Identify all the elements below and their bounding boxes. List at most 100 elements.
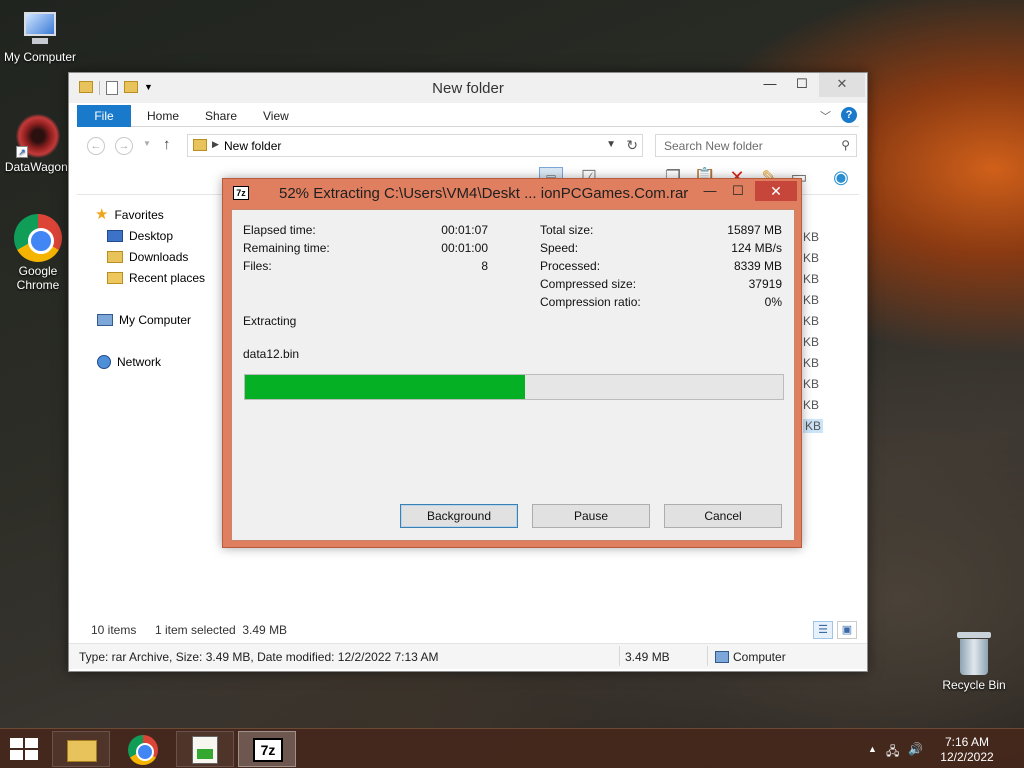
address-row: ← → ▼ ↑ ▶ New folder ▼ ↻ Search New fold… [77,133,859,159]
computer-icon [20,10,60,48]
file-size-unit: KB [803,230,820,244]
large-icons-view-button[interactable]: ▣ [837,621,857,639]
files-count: 8 [481,259,488,273]
recycle-bin-icon [957,632,991,676]
nav-favorites[interactable]: ★ Favorites [95,205,164,225]
desktop-icon-label: Recycle Bin [942,678,1006,692]
compressed-size: 37919 [748,277,782,291]
computer-icon [715,651,729,663]
selection-info: 1 item selected 3.49 MB [155,623,288,637]
close-button[interactable]: ✕ [819,73,865,97]
computer-icon [97,314,113,326]
tab-file[interactable]: File [77,105,131,127]
search-placeholder: Search New folder [664,139,763,153]
separator [619,646,620,666]
nav-label: Downloads [129,250,189,264]
cancel-button[interactable]: Cancel [664,504,782,528]
system-tray: ▲ 🖧 🔊 7:16 AM 12/2/2022 [856,733,1016,765]
stat-label: Processed: [540,259,601,273]
search-input[interactable]: Search New folder ⚲ [655,134,857,157]
file-size-unit: KB [803,293,820,307]
details-view-button[interactable]: ☰ [813,621,833,639]
globe-icon[interactable]: ◉ [829,167,853,191]
maximize-button[interactable]: ☐ [725,181,751,201]
pause-button[interactable]: Pause [532,504,650,528]
expand-ribbon-icon[interactable]: ﹀ [820,108,831,124]
file-size-unit: KB [803,314,820,328]
separator [707,646,708,666]
desktop-icon-my-computer[interactable]: My Computer [2,10,78,64]
windows-logo-icon [25,738,38,748]
up-button[interactable]: ↑ [163,136,171,153]
current-file: data12.bin [243,347,300,361]
7zip-logo-icon: 7z [233,186,249,200]
file-details: Type: rar Archive, Size: 3.49 MB, Date m… [79,650,439,664]
background-button[interactable]: Background [400,504,518,528]
stat-label: Elapsed time: [243,223,316,237]
taskbar-7zip[interactable]: 7z [238,731,296,767]
tab-home[interactable]: Home [147,105,179,127]
explorer-titlebar: ▼ New folder — ☐ ✕ [69,73,867,103]
forward-button[interactable]: → [115,137,133,155]
windows-logo-icon [10,750,23,760]
progress-bar [244,374,784,400]
taskbar-chrome[interactable] [114,731,172,767]
7zip-icon: 7z [253,738,283,762]
status-bar: 10 items 1 item selected 3.49 MB ☰ ▣ [77,621,859,641]
breadcrumb[interactable]: New folder [224,139,281,153]
help-icon[interactable]: ? [841,107,857,123]
chrome-icon [128,735,158,765]
desktop-icon-recycle-bin[interactable]: Recycle Bin [936,632,1012,692]
back-button[interactable]: ← [87,137,105,155]
desktop-icon-google-chrome[interactable]: Google Chrome [0,214,76,292]
window-title: New folder [432,80,504,97]
file-size-unit: KB [803,398,820,412]
clock[interactable]: 7:16 AM 12/2/2022 [932,735,1002,765]
star-icon: ★ [95,206,109,223]
address-dropdown-icon[interactable]: ▼ [606,139,616,150]
notepad-plus-icon [192,736,218,764]
nav-label: My Computer [119,313,192,327]
file-size: 3.49 MB [625,650,670,664]
search-icon: ⚲ [841,138,850,152]
volume-icon[interactable]: 🔊 [908,742,923,756]
nav-network[interactable]: Network [97,352,161,372]
downloads-icon [107,251,123,263]
breadcrumb-arrow-icon: ▶ [212,139,219,149]
network-icon[interactable]: 🖧 [886,742,899,763]
taskbar-notepad-plus[interactable] [176,731,234,767]
taskbar-file-explorer[interactable] [52,731,110,767]
refresh-icon[interactable]: ↻ [626,137,638,154]
nav-downloads[interactable]: Downloads [107,247,188,267]
dialog-title: 52% Extracting C:\Users\VM4\Deskt ... io… [279,185,689,202]
nav-my-computer[interactable]: My Computer [97,310,191,330]
stat-label: Remaining time: [243,241,330,255]
recent-locations-icon[interactable]: ▼ [143,139,151,148]
taskbar: 7z ▲ 🖧 🔊 7:16 AM 12/2/2022 [0,728,1024,768]
tab-view[interactable]: View [263,105,289,127]
details-bar: Type: rar Archive, Size: 3.49 MB, Date m… [69,643,867,669]
stat-label: Total size: [540,223,594,237]
shortcut-arrow-icon: ↗ [16,146,28,158]
clock-time: 7:16 AM [944,735,990,749]
maximize-button[interactable]: ☐ [787,73,817,97]
file-size-unit: KB [803,419,824,433]
nav-recent-places[interactable]: Recent places [107,268,205,288]
start-button[interactable] [8,737,38,761]
close-button[interactable]: ✕ [755,181,797,201]
windows-logo-icon [25,750,38,760]
tab-share[interactable]: Share [205,105,237,127]
address-bar[interactable]: ▶ New folder ▼ ↻ [187,134,643,157]
minimize-button[interactable]: — [697,181,723,201]
nav-label: Recent places [129,271,206,285]
desktop-icon-label: My Computer [3,50,77,64]
stat-label: Files: [243,259,272,273]
nav-desktop[interactable]: Desktop [107,226,173,246]
stat-label: Compressed size: [540,277,637,291]
show-hidden-icons-icon[interactable]: ▲ [868,744,877,754]
minimize-button[interactable]: — [755,73,785,97]
dialog-body: Elapsed time: 00:01:07 Remaining time: 0… [231,209,795,541]
ribbon-tabs: File Home Share View ﹀ ? [77,105,859,127]
dialog-titlebar: 7z 52% Extracting C:\Users\VM4\Deskt ...… [223,179,801,207]
desktop-icon-datawagon[interactable]: ↗ DataWagon. [0,114,76,174]
